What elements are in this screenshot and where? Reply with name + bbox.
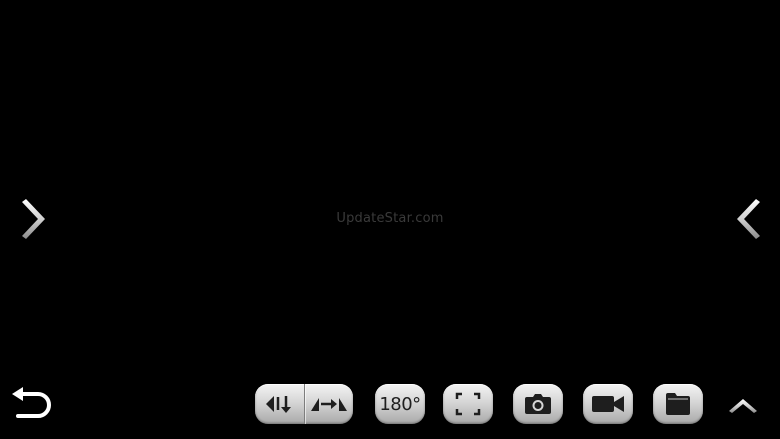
chevron-up-icon xyxy=(729,399,757,413)
flip-vertical-icon xyxy=(266,396,292,413)
viewer-screen: UpdateStar.com 180° xyxy=(0,0,780,439)
fullscreen-button[interactable] xyxy=(443,384,493,424)
gallery-folder-button[interactable] xyxy=(653,384,703,424)
fullscreen-corners-icon xyxy=(455,392,481,416)
chevron-right-icon[interactable] xyxy=(16,196,50,242)
folder-icon xyxy=(666,393,690,415)
rotate-label: 180° xyxy=(379,393,421,415)
return-arrow-icon xyxy=(12,387,51,418)
collapse-toolbar-button[interactable] xyxy=(726,392,760,416)
video-camera-icon xyxy=(592,396,624,412)
watermark-text: UpdateStar.com xyxy=(336,211,444,226)
flip-horizontal-button[interactable] xyxy=(304,384,353,424)
record-video-button[interactable] xyxy=(583,384,633,424)
chevron-left-icon[interactable] xyxy=(732,196,766,242)
rotate-180-button[interactable]: 180° xyxy=(375,384,425,424)
snapshot-button[interactable] xyxy=(513,384,563,424)
flip-button-group xyxy=(255,384,353,424)
back-button[interactable] xyxy=(8,384,54,424)
camera-icon xyxy=(525,394,551,414)
flip-vertical-button[interactable] xyxy=(255,384,304,424)
flip-horizontal-icon xyxy=(310,398,347,411)
